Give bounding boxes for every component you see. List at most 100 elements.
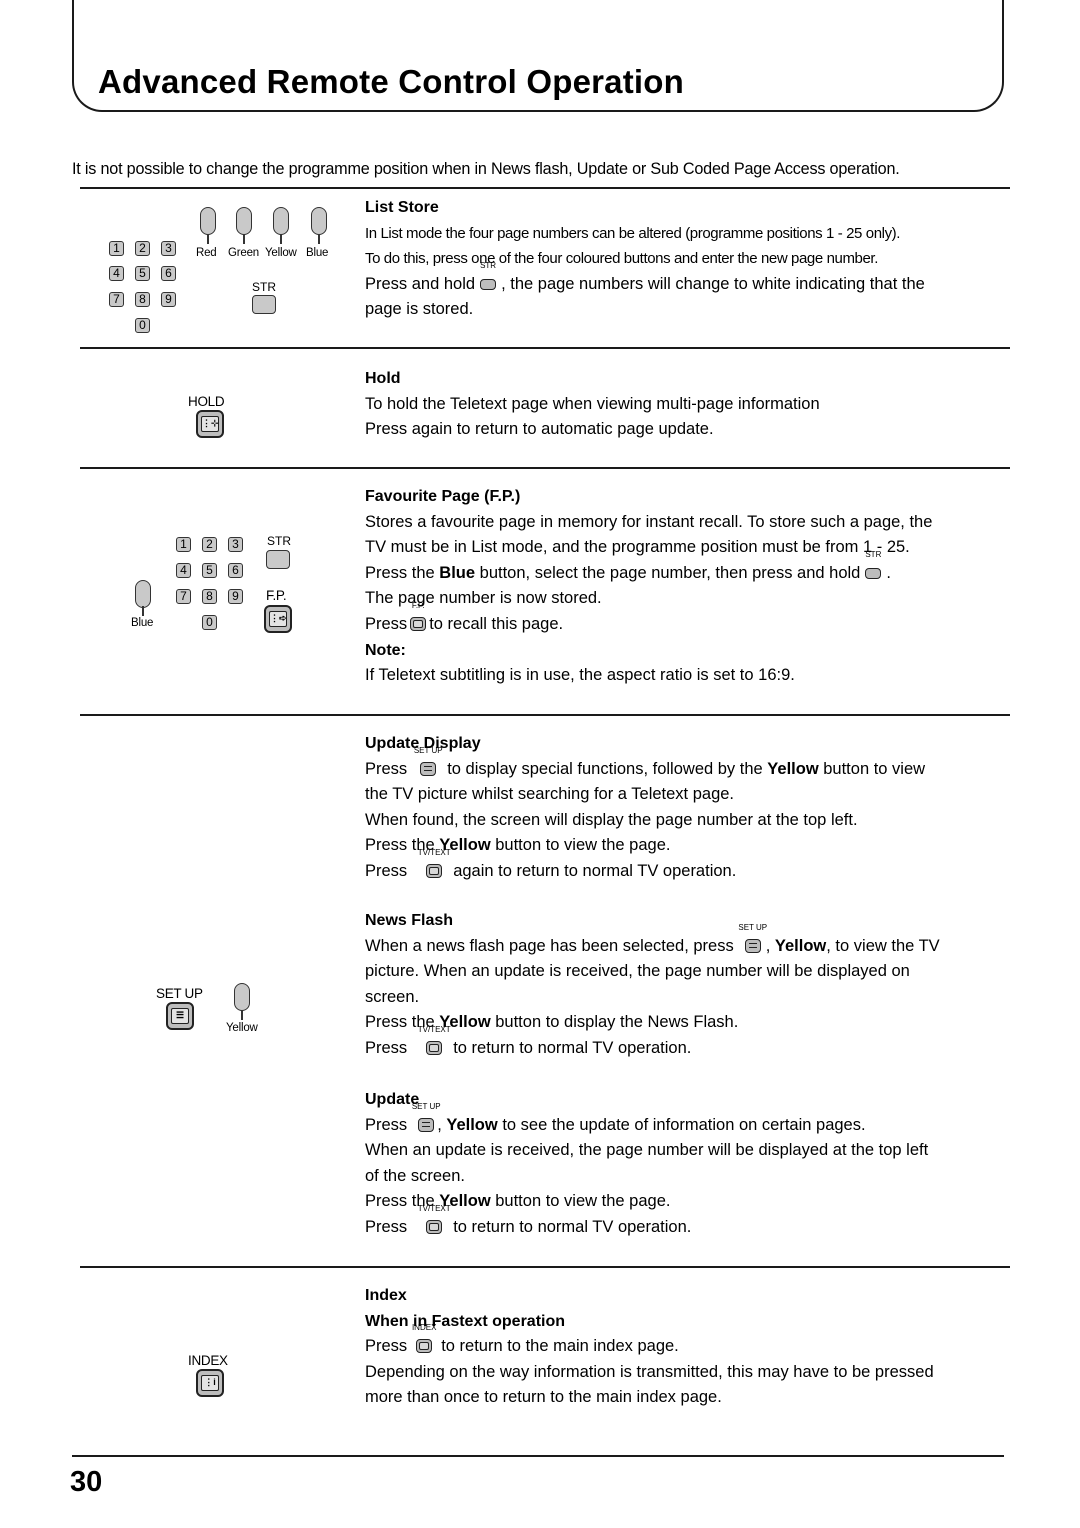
blue-label: Blue [306, 247, 329, 259]
text: Press [365, 1038, 408, 1057]
ud-line-3: When found, the screen will display the … [365, 810, 858, 829]
yellow-emphasis: Yellow [767, 759, 819, 778]
green-label: Green [228, 247, 259, 259]
setup-button-icon: ☰ [166, 1002, 194, 1030]
idx-line-1: Press INDEX to return to the main index pa… [365, 1324, 1015, 1360]
key-5: 5 [202, 563, 217, 578]
green-button-icon [236, 207, 252, 235]
icon-caption: SET UP [738, 922, 768, 932]
text: , the page numbers will change to white … [501, 274, 925, 293]
key-3: 3 [228, 537, 243, 552]
key-7: 7 [176, 589, 191, 604]
text: . [886, 563, 891, 582]
key-4: 4 [176, 563, 191, 578]
yellow-emphasis: Yellow [446, 1115, 498, 1134]
favourite-page-section: Favourite Page (F.P.) Stores a favourite… [365, 484, 1015, 689]
key-1: 1 [109, 241, 124, 256]
stem [207, 234, 209, 244]
text: to return to normal TV operation. [453, 1038, 692, 1057]
key-3: 3 [161, 241, 176, 256]
fp-line-4: The page number is now stored. [365, 589, 602, 608]
icon-caption: INDEX [411, 1323, 437, 1333]
page-title: Advanced Remote Control Operation [98, 63, 685, 100]
section-subheading: When in Fastext operation [365, 1312, 566, 1330]
text: button to display the News Flash. [495, 1013, 739, 1032]
text: Press [365, 1115, 408, 1134]
nf-line-1: When a news flash page has been selected… [365, 923, 1015, 960]
text: Press [365, 1217, 408, 1236]
tvtext-button-icon: TV/TEXT [418, 1025, 451, 1055]
text: to display special functions, followed b… [447, 759, 763, 778]
key-9: 9 [161, 292, 176, 307]
text: Press [365, 614, 408, 633]
icon-caption: F.P. [411, 600, 425, 610]
note-heading: Note: [365, 641, 406, 659]
text: button, select the page number, then pre… [479, 563, 861, 582]
text: , to view the TV [826, 936, 940, 955]
text: Press [365, 759, 408, 778]
ud-line-5: Press TV/TEXT again to return to normal TV… [365, 848, 1015, 885]
stem [280, 234, 282, 244]
section-heading: Hold [365, 370, 401, 387]
icon-caption: SET UP [411, 1101, 441, 1111]
list-store-line-4: page is stored. [365, 300, 474, 319]
icon-caption: TV/TEXT [417, 1024, 451, 1034]
key-6: 6 [161, 266, 176, 281]
footer-divider [72, 1455, 1004, 1457]
key-7: 7 [109, 292, 124, 307]
str-label: STR [252, 280, 276, 294]
key-1: 1 [176, 537, 191, 552]
hold-line-1: To hold the Teletext page when viewing m… [365, 394, 820, 413]
str-button-icon: STR [864, 550, 882, 580]
fp-label: F.P. [266, 588, 287, 603]
up-line-1: Press SET UP, Yellow to see the update of… [365, 1102, 1015, 1139]
setup-button-icon: SET UP [738, 923, 767, 953]
yellow-button-icon [273, 207, 289, 235]
text: Press [365, 1337, 408, 1356]
stem [243, 234, 245, 244]
hold-line-2: Press again to return to automatic page … [365, 420, 714, 439]
text: to return to the main index page. [441, 1337, 679, 1356]
key-6: 6 [228, 563, 243, 578]
text: to recall this page. [429, 614, 564, 633]
ud-line-2: the TV picture whilst searching for a Te… [365, 785, 735, 804]
section-heading: News Flash [365, 912, 454, 929]
key-5: 5 [135, 266, 150, 281]
tvtext-button-icon: TV/TEXT [418, 1204, 451, 1234]
section-heading: Index [365, 1287, 407, 1304]
fp-button-icon: ⋮➪ [264, 605, 292, 633]
text: again to return to normal TV operation. [453, 861, 737, 880]
str-button-icon [252, 295, 276, 314]
news-flash-section: News Flash When a news flash page has be… [365, 908, 1015, 1062]
fp-line-2: TV must be in List mode, and the program… [365, 538, 910, 557]
yellow-button-icon [234, 983, 250, 1011]
str-button-icon: STR [479, 261, 497, 291]
key-8: 8 [202, 589, 217, 604]
fp-button-icon: F.P. [409, 601, 427, 631]
setup-button-icon: SET UP [412, 1102, 441, 1132]
tvtext-button-icon: TV/TEXT [418, 848, 451, 878]
hold-label: HOLD [188, 394, 225, 409]
index-button-icon: ⋮i [196, 1369, 224, 1397]
fp-line-3: Press the Blue button, select the page n… [365, 550, 1015, 587]
nf-line-5: Press TV/TEXT to return to normal TV opera… [365, 1025, 1015, 1062]
divider [80, 467, 1010, 469]
up-line-4: Press the Yellow button to view the page… [365, 1189, 1015, 1215]
icon-caption: STR [865, 549, 882, 559]
str-label: STR [267, 534, 291, 548]
text: Press and hold [365, 274, 476, 293]
divider [80, 714, 1010, 716]
yellow-label: Yellow [265, 247, 297, 259]
section-heading: Update Display [365, 735, 481, 752]
text: When a news flash page has been selected… [365, 936, 734, 955]
section-heading: Favourite Page (F.P.) [365, 488, 521, 505]
key-8: 8 [135, 292, 150, 307]
red-label: Red [196, 247, 217, 259]
setup-button-icon: SET UP [414, 746, 443, 776]
hold-section: Hold To hold the Teletext page when view… [365, 366, 1015, 443]
list-store-line-2: To do this, press one of the four colour… [365, 250, 878, 268]
update-display-section: Update Display Press SET UP to display spe… [365, 731, 1015, 885]
up-line-2: When an update is received, the page num… [365, 1141, 929, 1160]
blue-button-icon [135, 580, 151, 608]
key-2: 2 [135, 241, 150, 256]
